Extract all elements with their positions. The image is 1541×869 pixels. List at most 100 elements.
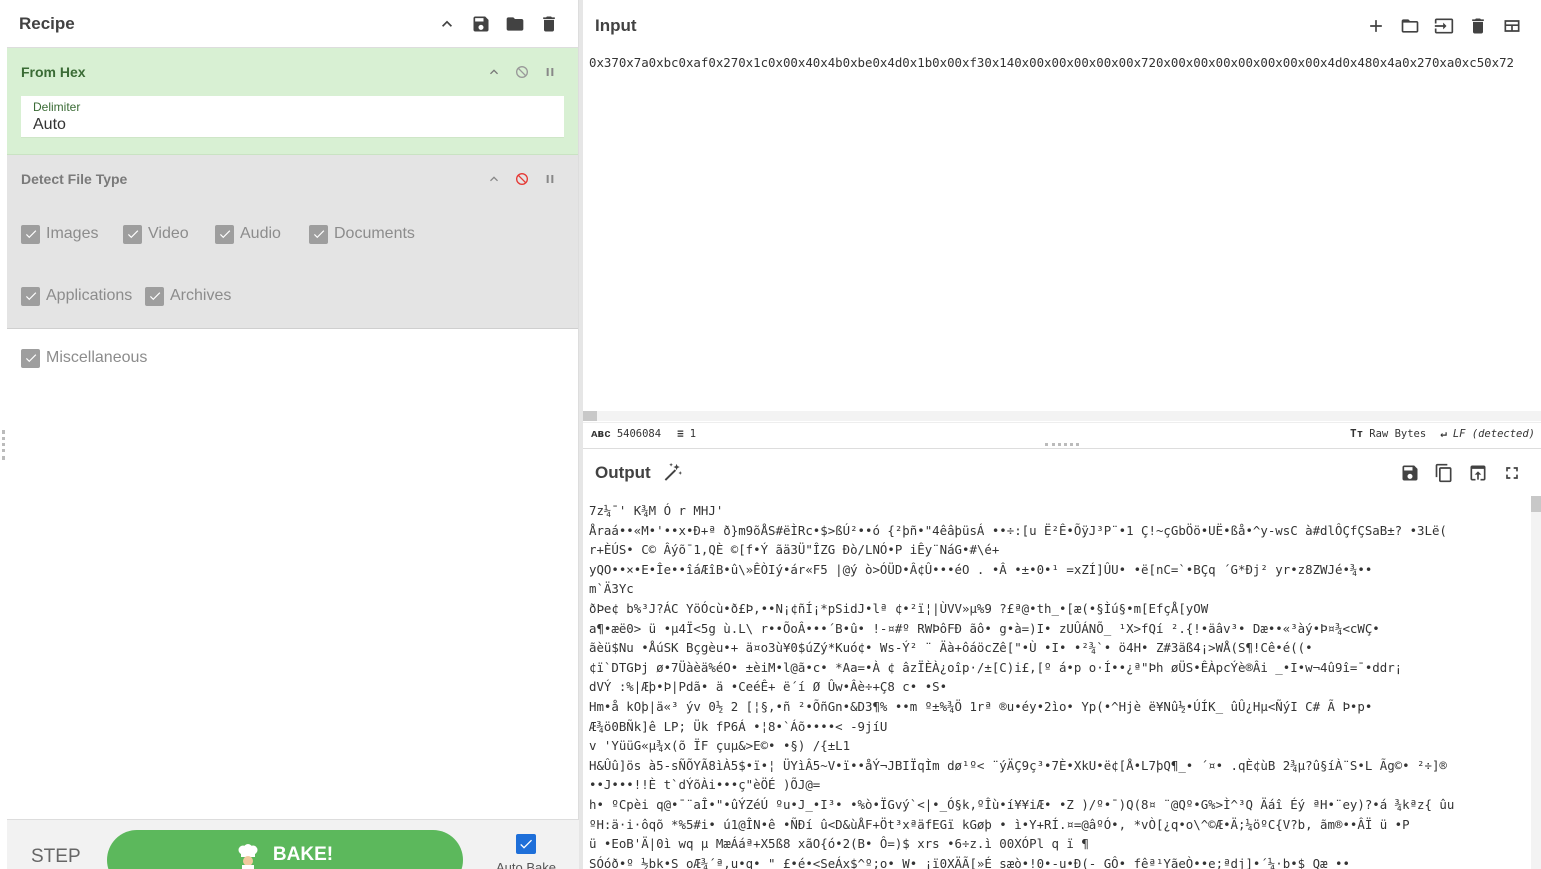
collapse-chevron-up-icon[interactable] xyxy=(480,167,508,191)
output-line: r+ÈÚS• C© Âýõ¯1,QÈ ©[f•Ý ãä3Ü"ÎZG Ðò/LNÓ… xyxy=(589,542,1000,558)
output-pane: Output 7z¼¯' K¾M Ó r MHJ' Åraá••«M•'••x•… xyxy=(583,448,1541,869)
output-line: dVÝ :%|Æþ•Þ|Pdã• ä •CeéÊ+ ë´í Ø Ûw•Âè÷+Ç… xyxy=(589,679,948,695)
clear-recipe-trash-icon[interactable] xyxy=(532,9,566,39)
checkbox-checked-icon xyxy=(21,224,40,244)
char-encoding-selector[interactable]: Tт Raw Bytes xyxy=(1350,427,1426,440)
checkbox-label: Documents xyxy=(334,225,415,242)
operation-from-hex[interactable]: From Hex Delimiter Auto xyxy=(7,48,578,155)
copy-output-icon[interactable] xyxy=(1427,458,1461,488)
checkbox-checked-icon[interactable] xyxy=(516,834,536,854)
checkbox-applications[interactable]: Applications xyxy=(21,265,145,327)
recipe-pane: Recipe From Hex Delimiter Auto Detect Fi… xyxy=(7,0,579,869)
delimiter-label: Delimiter xyxy=(33,100,81,114)
input-header: Input xyxy=(583,0,1541,52)
status-right: Tт Raw Bytes ↵ LF (detected) xyxy=(1350,427,1541,440)
input-pane: Input 0x370x7a0xbc0xaf0x270x1c0x00x40x4b… xyxy=(583,0,1541,445)
checkbox-documents[interactable]: Documents xyxy=(309,203,441,265)
cyberchef-app: Recipe From Hex Delimiter Auto Detect Fi… xyxy=(0,0,1541,869)
maximise-output-icon[interactable] xyxy=(1495,458,1529,488)
checkbox-checked-icon xyxy=(145,286,164,306)
length-abc-icon: ᴀʙᴄ xyxy=(591,426,611,440)
detect-file-type-title: Detect File Type xyxy=(21,171,128,187)
disable-op-icon[interactable] xyxy=(508,60,536,84)
checkbox-checked-icon xyxy=(309,224,328,244)
checkbox-label: Video xyxy=(148,225,189,242)
output-line: 7z¼¯' K¾M Ó r MHJ' xyxy=(589,503,724,518)
clear-input-trash-icon[interactable] xyxy=(1461,11,1495,41)
output-line: SÓóð•º ½bk•S oÆ¾´ª,u•q• " £•é•<SeÁx$^º;o… xyxy=(589,855,1350,869)
load-recipe-folder-icon[interactable] xyxy=(498,9,532,39)
chevron-up-icon[interactable] xyxy=(430,9,464,39)
collapse-chevron-up-icon[interactable] xyxy=(480,60,508,84)
checkbox-archives[interactable]: Archives xyxy=(145,265,404,327)
magic-wand-icon[interactable] xyxy=(661,462,683,484)
output-line: ••J•••!!È t`dÝõÀi•••ç"èÖÉ )ÕJ@= xyxy=(589,777,821,793)
checkbox-checked-icon xyxy=(215,224,234,244)
pause-breakpoint-icon[interactable] xyxy=(536,167,564,191)
text-encoding-icon: Tт xyxy=(1350,427,1364,440)
recipe-title: Recipe xyxy=(19,13,75,33)
checkbox-checked-icon xyxy=(21,348,40,368)
output-title: Output xyxy=(595,463,651,482)
input-lines-stat: ≡ 1 xyxy=(677,427,696,440)
auto-bake-label: Auto Bake xyxy=(496,860,556,869)
input-status-bar: ᴀʙᴄ 5406084 ≡ 1 Tт Raw Bytes ↵ LF (detec… xyxy=(583,422,1541,444)
io-resize-handle[interactable] xyxy=(1045,443,1079,447)
checkbox-audio[interactable]: Audio xyxy=(215,203,309,265)
disabled-op-icon[interactable] xyxy=(508,167,536,191)
output-line: m`Ä3Yc xyxy=(589,581,634,597)
bake-label: BAKE! xyxy=(272,844,334,865)
replace-input-with-output-icon[interactable] xyxy=(1461,458,1495,488)
output-line: v 'YüüG«µ¾x(õ ÏF çuµ&>E©• •§) /{±L1 xyxy=(589,738,851,754)
checkbox-video[interactable]: Video xyxy=(123,203,215,265)
operation-detect-file-type[interactable]: Detect File Type Images Video Audio Docu… xyxy=(7,155,578,368)
checkbox-label: Applications xyxy=(46,287,133,304)
output-textarea[interactable]: 7z¼¯' K¾M Ó r MHJ' Åraá••«M•'••x•Ð+ª ð}m… xyxy=(589,501,1529,869)
checkbox-checked-icon xyxy=(123,224,142,244)
eol-selector[interactable]: ↵ LF (detected) xyxy=(1440,427,1535,440)
recipe-header: Recipe xyxy=(7,0,578,48)
output-line: Åraá••«M•'••x•Ð+ª ð}m9õÅS#ëÌRc•$>ßÚ²••ó … xyxy=(589,522,1447,538)
checkbox-label: Miscellaneous xyxy=(46,349,148,366)
output-line: h• ºCpèi q@•¯¨aÎ•"•ûÝZéÚ ºu•J_•I³• •%ò•Ï… xyxy=(589,796,1455,812)
output-line: ðÞe¢ b%³J?ÁC YöÓcù•ð£Þ,••N¡¢ñÍ¡*pSidJ•lª… xyxy=(589,600,1209,616)
scrollbar-thumb[interactable] xyxy=(583,411,597,421)
save-output-icon[interactable] xyxy=(1393,458,1427,488)
detect-file-type-header: Detect File Type xyxy=(21,155,564,203)
encoding-value: Raw Bytes xyxy=(1369,427,1427,440)
bake-area: STEP BAKE! Auto Bake xyxy=(7,819,579,869)
lines-icon: ≡ xyxy=(677,427,684,440)
save-recipe-icon[interactable] xyxy=(464,9,498,39)
input-textarea[interactable]: 0x370x7a0xbc0xaf0x270x1c0x00x40x4b0xbe0x… xyxy=(589,55,1539,70)
output-line: ºH:ä·i·ôqõ *%5#i• ú1@ÎN•ê •ÑÐí û<D&ùÅF+Ö… xyxy=(589,816,1410,832)
output-header: Output xyxy=(583,449,1541,497)
output-vertical-scrollbar[interactable] xyxy=(1531,496,1541,869)
from-hex-header: From Hex xyxy=(21,48,564,96)
checkbox-images[interactable]: Images xyxy=(21,203,123,265)
checkbox-label: Audio xyxy=(240,225,281,242)
output-line: ¢ï`DTGÞj ø•7Üàèä%éO• ±èiM•l@ã•c• *Aa=•À … xyxy=(589,659,1403,675)
input-lines-value: 1 xyxy=(689,427,697,440)
input-length-stat: ᴀʙᴄ 5406084 xyxy=(591,427,661,441)
file-type-checkboxes: Images Video Audio Documents Application… xyxy=(21,203,564,389)
bake-button[interactable]: BAKE! xyxy=(107,830,463,869)
delimiter-value[interactable]: Auto xyxy=(33,116,552,134)
input-title: Input xyxy=(595,16,637,35)
open-file-input-icon[interactable] xyxy=(1427,11,1461,41)
output-line: ãèü$Nu •ÅúSK Bçgèu•+ ä¤o3ù¥0$úZý*Kuó¢• W… xyxy=(589,640,1313,656)
checkbox-checked-icon xyxy=(21,286,40,306)
add-tab-plus-icon[interactable] xyxy=(1359,11,1393,41)
delimiter-field[interactable]: Delimiter Auto xyxy=(21,96,564,138)
pause-breakpoint-icon[interactable] xyxy=(536,60,564,84)
step-button[interactable]: STEP xyxy=(31,846,81,868)
eol-value: LF (detected) xyxy=(1452,427,1535,440)
auto-bake-toggle[interactable]: Auto Bake xyxy=(491,834,561,869)
reset-layout-icon[interactable] xyxy=(1495,11,1529,41)
checkbox-miscellaneous[interactable]: Miscellaneous xyxy=(21,327,201,389)
open-folder-icon[interactable] xyxy=(1393,11,1427,41)
scrollbar-thumb[interactable] xyxy=(1531,496,1541,512)
output-line: Æ¾ö0BÑk]ê LP; Ük fP6Á •¦8•`Áõ••••< -9jíU xyxy=(589,718,888,734)
left-resize-handle[interactable] xyxy=(2,430,5,460)
output-line: ü •EoB'Ä|0ì wq µ MæÁáª+X5ß8 xãO{ó•2(B• Ô… xyxy=(589,836,1089,852)
input-horizontal-scrollbar[interactable] xyxy=(583,411,1541,421)
